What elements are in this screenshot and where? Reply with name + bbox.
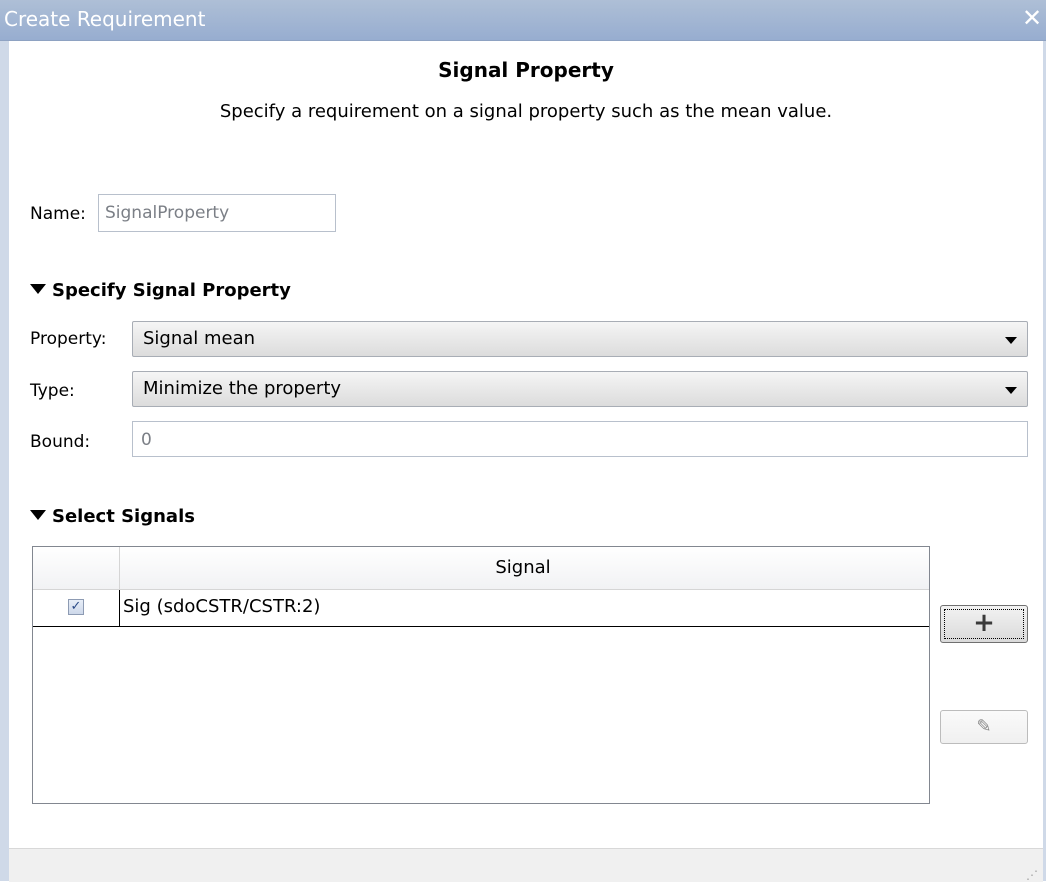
title-bar: Create Requirement ✕ <box>0 0 1046 41</box>
type-dropdown-value: Minimize the property <box>143 378 342 399</box>
page-title: Signal Property <box>438 58 614 82</box>
checkbox-cell: ✓ <box>33 590 120 626</box>
bound-label: Bound: <box>30 432 91 452</box>
property-dropdown-value: Signal mean <box>143 328 256 349</box>
close-icon[interactable]: ✕ <box>1020 4 1044 32</box>
type-label: Type: <box>30 381 75 401</box>
window-title: Create Requirement <box>4 7 206 31</box>
signals-table[interactable]: Signal ✓ Sig (sdoCSTR/CSTR:2) <box>32 546 930 804</box>
edit-signal-button[interactable]: ✎ <box>940 710 1028 744</box>
pencil-icon: ✎ <box>976 716 992 737</box>
signal-checkbox[interactable]: ✓ <box>68 599 84 615</box>
name-label: Name: <box>30 204 86 224</box>
window-frame-left <box>0 41 9 881</box>
table-header-signal[interactable]: Signal <box>120 547 926 589</box>
status-bar: ⋰ <box>9 848 1043 882</box>
section-title: Specify Signal Property <box>52 280 291 301</box>
property-dropdown[interactable]: Signal mean <box>132 321 1028 357</box>
property-label: Property: <box>30 329 107 349</box>
type-dropdown[interactable]: Minimize the property <box>132 371 1028 407</box>
plus-icon: + <box>973 608 995 638</box>
collapse-triangle-icon <box>30 510 46 520</box>
add-signal-button[interactable]: + <box>940 605 1028 643</box>
signal-name: Sig (sdoCSTR/CSTR:2) <box>123 596 321 617</box>
table-header: Signal <box>33 547 929 590</box>
table-row[interactable]: ✓ Sig (sdoCSTR/CSTR:2) <box>33 590 929 627</box>
table-header-checkbox-column <box>33 547 120 589</box>
dropdown-arrow-icon <box>1005 337 1017 344</box>
collapse-triangle-icon <box>30 284 46 294</box>
dropdown-arrow-icon <box>1005 387 1017 394</box>
page-description: Specify a requirement on a signal proper… <box>219 101 833 122</box>
specify-signal-property-header[interactable]: Specify Signal Property <box>30 280 291 301</box>
select-signals-header[interactable]: Select Signals <box>30 506 195 527</box>
resize-grip-icon[interactable]: ⋰ <box>1026 869 1038 881</box>
name-field: SignalProperty <box>98 194 336 232</box>
bound-field: 0 <box>132 421 1028 457</box>
section-title: Select Signals <box>52 506 195 527</box>
